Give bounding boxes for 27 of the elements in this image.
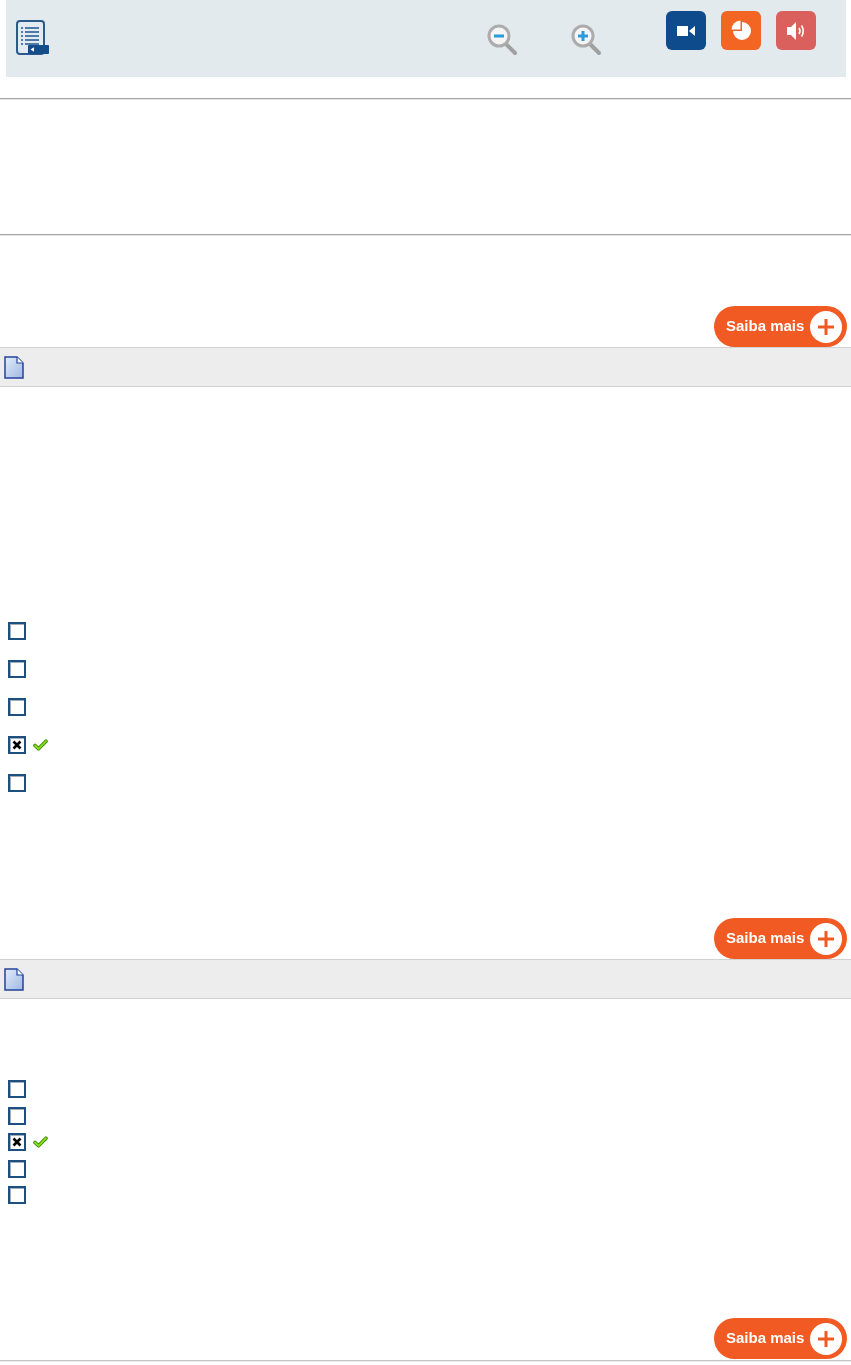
checkbox[interactable] xyxy=(8,1106,26,1125)
zoom-in-icon[interactable] xyxy=(571,24,602,56)
learn-more-button[interactable]: Saiba mais xyxy=(714,918,847,959)
plus-icon xyxy=(810,1322,842,1355)
audio-button[interactable] xyxy=(776,11,816,50)
x-mark-icon xyxy=(12,1137,22,1147)
learn-more-button[interactable]: Saiba mais xyxy=(714,1318,847,1359)
checkbox[interactable] xyxy=(8,698,26,716)
document-list-icon[interactable] xyxy=(16,20,49,56)
checkbox[interactable] xyxy=(8,1159,26,1178)
checkbox[interactable] xyxy=(8,1186,26,1204)
checkbox[interactable] xyxy=(8,1133,26,1151)
video-button[interactable] xyxy=(666,11,706,50)
document-icon xyxy=(4,355,24,379)
x-mark-icon xyxy=(12,740,22,750)
plus-icon xyxy=(810,310,842,343)
checkbox[interactable] xyxy=(8,736,26,754)
checkbox[interactable] xyxy=(8,622,26,640)
video-camera-icon xyxy=(677,24,695,37)
plus-icon xyxy=(810,922,842,955)
document-icon xyxy=(4,967,24,991)
checkbox[interactable] xyxy=(8,1080,26,1098)
chart-button[interactable] xyxy=(721,11,761,50)
learn-more-button[interactable]: Saiba mais xyxy=(714,306,847,347)
pie-chart-icon xyxy=(730,20,752,41)
checkbox[interactable] xyxy=(8,660,26,678)
checkbox[interactable] xyxy=(8,774,26,792)
